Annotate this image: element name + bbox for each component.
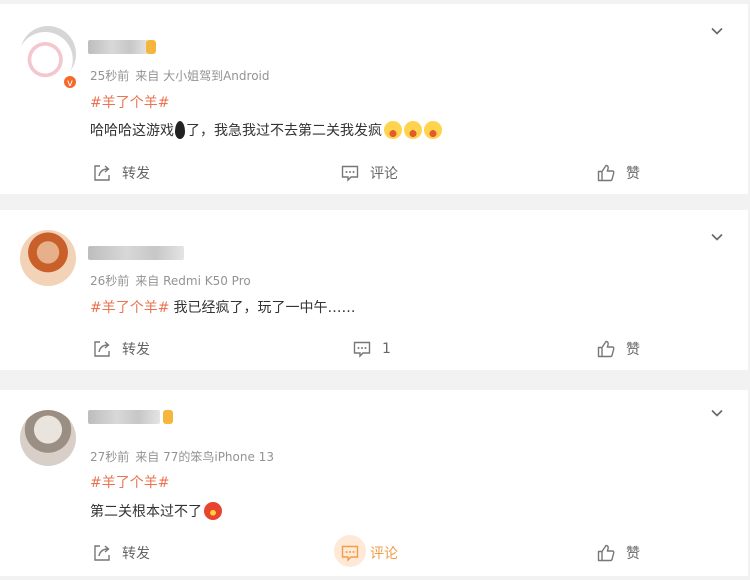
username-blurred[interactable] [88, 246, 184, 260]
like-button[interactable]: 赞 [596, 337, 640, 361]
thumbs-up-icon [597, 340, 615, 358]
comment-label: 评论 [370, 166, 398, 182]
topic-tag[interactable]: #羊了个羊# [90, 472, 169, 492]
chevron-down-icon[interactable] [710, 406, 724, 420]
username-blurred[interactable] [88, 410, 160, 424]
repost-icon [94, 165, 110, 181]
post-text-part: 第二关根本过不了 [90, 504, 202, 520]
topic-tag[interactable]: #羊了个羊# [90, 300, 169, 316]
like-button[interactable]: 赞 [596, 541, 640, 565]
post-source[interactable]: 来自 大小姐驾到Android [135, 69, 269, 83]
comment-button[interactable]: 评论 [334, 535, 398, 567]
post-text-part: 了，我急我过不去第二关我发疯 [186, 123, 382, 139]
avatar[interactable] [20, 410, 76, 466]
repost-label: 转发 [122, 166, 150, 182]
comment-button[interactable]: 1 [352, 337, 391, 361]
repost-icon [94, 341, 110, 357]
like-label: 赞 [626, 342, 640, 358]
username-blurred[interactable] [88, 40, 148, 54]
like-label: 赞 [626, 166, 640, 182]
crying-face-icon [424, 121, 442, 139]
crying-face-icon [384, 121, 402, 139]
chevron-down-icon[interactable] [710, 230, 724, 244]
post-time: 25秒前 [90, 69, 130, 83]
medal-icon [163, 410, 173, 424]
post-source[interactable]: 来自 Redmi K50 Pro [135, 274, 250, 288]
post-source[interactable]: 来自 77的笨鸟iPhone 13 [135, 450, 274, 464]
post-time: 26秒前 [90, 274, 130, 288]
post-card: v 25秒前 来自 大小姐驾到Android #羊了个羊# 哈哈哈这游戏 了，我急我… [0, 4, 748, 194]
repost-label: 转发 [122, 546, 150, 562]
post-card: 27秒前 来自 77的笨鸟iPhone 13 #羊了个羊# 第二关根本过不了 转发… [0, 390, 748, 576]
action-bar: 转发 1 赞 [0, 337, 748, 361]
chevron-down-icon[interactable] [710, 24, 724, 38]
post-meta: 25秒前 来自 大小姐驾到Android [90, 67, 270, 84]
water-drop-icon [175, 121, 185, 139]
post-meta: 27秒前 来自 77的笨鸟iPhone 13 [90, 448, 274, 465]
post-text: 第二关根本过不了 [90, 501, 222, 521]
post-text-part: 哈哈哈这游戏 [90, 123, 174, 139]
post-text: 哈哈哈这游戏 了，我急我过不去第二关我发疯 [90, 120, 442, 140]
thumbs-up-icon [597, 164, 615, 182]
topic-tag[interactable]: #羊了个羊# [90, 92, 169, 112]
repost-icon [94, 545, 110, 561]
verified-badge: v [62, 74, 78, 90]
post-text-part: 我已经疯了，玩了一中午…… [173, 300, 356, 316]
comment-count: 1 [382, 341, 391, 357]
post-meta: 26秒前 来自 Redmi K50 Pro [90, 272, 251, 289]
like-label: 赞 [626, 546, 640, 562]
crying-face-icon [404, 121, 422, 139]
comment-icon [341, 545, 359, 562]
repost-button[interactable]: 转发 [92, 337, 150, 361]
comment-button[interactable]: 评论 [340, 161, 398, 185]
repost-button[interactable]: 转发 [92, 161, 150, 185]
angry-face-icon [204, 502, 222, 520]
post-card: 26秒前 来自 Redmi K50 Pro #羊了个羊# 我已经疯了，玩了一中午……… [0, 210, 748, 370]
post-time: 27秒前 [90, 450, 130, 464]
action-bar: 转发 评论 赞 [0, 161, 748, 185]
comment-icon [353, 341, 371, 358]
post-text: #羊了个羊# 我已经疯了，玩了一中午…… [90, 297, 355, 317]
action-bar: 转发 评论 赞 [0, 535, 748, 567]
feed: v 25秒前 来自 大小姐驾到Android #羊了个羊# 哈哈哈这游戏 了，我急我… [0, 0, 750, 580]
like-button[interactable]: 赞 [596, 161, 640, 185]
comment-icon [341, 165, 359, 182]
repost-button[interactable]: 转发 [92, 541, 150, 565]
medal-icon [146, 40, 156, 54]
repost-label: 转发 [122, 342, 150, 358]
comment-label: 评论 [370, 546, 398, 562]
thumbs-up-icon [597, 544, 615, 562]
avatar[interactable] [20, 230, 76, 286]
